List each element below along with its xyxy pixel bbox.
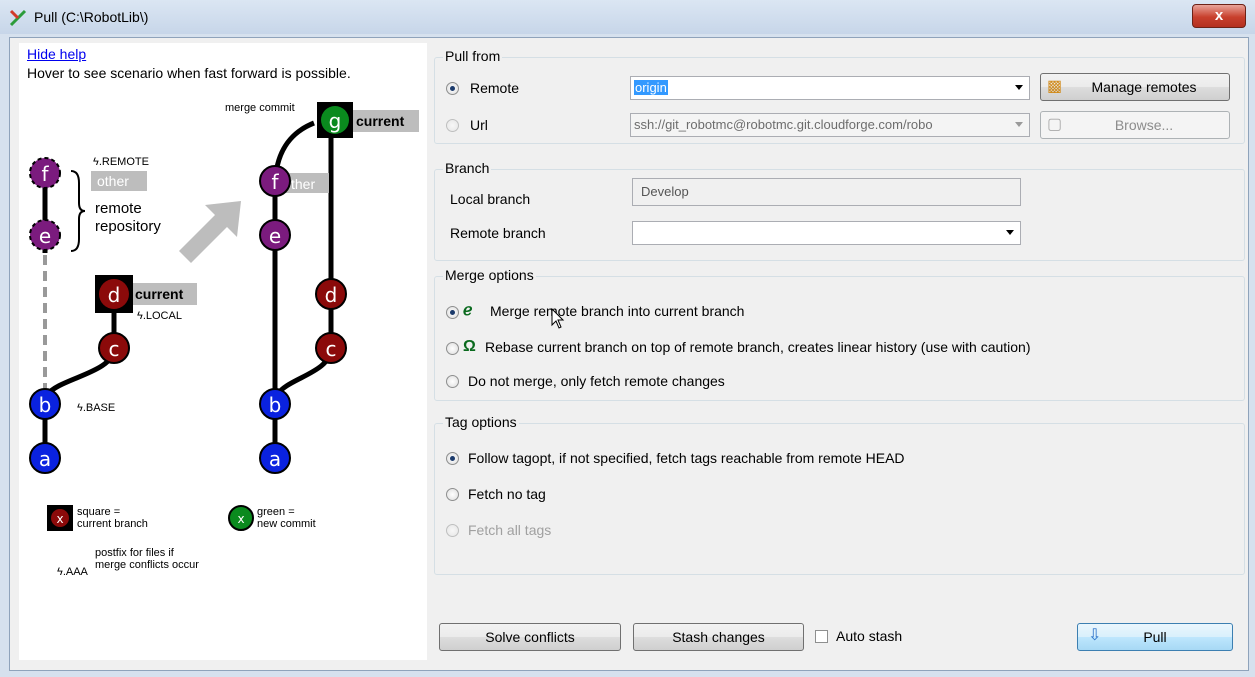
chevron-down-icon [1006,230,1014,235]
node-f-right-label: f [271,170,279,194]
other-label-right: ther [291,176,315,192]
remote-repository-label-2: repository [95,218,161,235]
node-d-left-label: d [108,283,121,307]
merge-options-group: Merge options ℯ Merge remote branch into… [434,267,1245,401]
legend-postfix-1: postfix for files if [95,547,175,559]
fetch-no-tag-label[interactable]: Fetch no tag [468,486,546,502]
help-panel: Hide help Hover to see scenario when fas… [19,43,427,660]
fetch-all-tags-radio[interactable] [446,524,459,537]
fetch-no-tag-radio[interactable] [446,488,459,501]
pull-label: Pull [1143,629,1167,645]
legend-aaa: ϟ.AAA [57,566,89,578]
merge-radio[interactable] [446,306,459,319]
base-postfix-label: ϟ.BASE [77,402,115,414]
legend-green-text-1: green = [257,506,295,518]
legend-postfix-2: merge conflicts occur [95,559,199,571]
close-button[interactable]: x [1192,4,1246,28]
node-b-right-label: b [269,393,282,417]
node-c-left-label: c [109,337,120,361]
remote-combo[interactable]: origin [630,76,1030,100]
merge-icon: ℯ [463,302,473,319]
pull-dialog-window: Pull (C:\RobotLib\) x Hide help Hover to… [0,0,1255,677]
remote-branch-combo[interactable] [632,221,1021,245]
url-radio[interactable] [446,119,459,132]
other-label: other [97,173,129,189]
node-f-left-label: f [41,162,49,186]
local-branch-field: Develop [632,178,1021,206]
manage-remotes-button[interactable]: ▩ Manage remotes [1040,73,1230,101]
merge-diagram: f e d c b a ϟ.REMOTE other remote reposi… [29,102,419,578]
url-label: Url [470,117,488,133]
manage-remotes-label: Manage remotes [1091,79,1197,95]
remote-combo-value: origin [634,80,668,95]
legend-square-text-2: current branch [77,518,148,530]
fetch-only-radio[interactable] [446,375,459,388]
node-c-right-label: c [326,337,337,361]
tag-options-title: Tag options [443,414,519,430]
rebase-label[interactable]: Rebase current branch on top of remote b… [485,339,1031,355]
pull-from-title: Pull from [443,48,503,64]
remote-label: Remote [470,80,520,96]
pull-arrow-icon: ⇩ [1088,627,1102,644]
auto-stash-checkbox[interactable] [815,630,828,643]
pull-from-group: Pull from Remote origin ▩ Manage remotes… [434,48,1245,144]
local-branch-value: Develop [641,184,689,199]
tag-options-group: Tag options Follow tagopt, if not specif… [434,414,1245,575]
current-label-right: current [356,113,405,129]
auto-stash-label[interactable]: Auto stash [836,628,902,644]
git-extensions-icon [9,9,27,27]
legend-green-text-2: new commit [257,518,316,530]
fetch-all-tags-label[interactable]: Fetch all tags [468,522,551,538]
remote-radio[interactable] [446,82,459,95]
browse-button[interactable]: ▢ Browse... [1040,111,1230,139]
pull-button[interactable]: ⇩ Pull [1077,623,1233,651]
node-d-right-label: d [325,283,338,307]
browse-label: Browse... [1114,117,1174,133]
rebase-icon: Ω [463,338,476,355]
current-label-left: current [135,286,184,302]
legend-green-x: x [237,512,244,526]
local-postfix-label: ϟ.LOCAL [137,310,182,322]
merge-options-title: Merge options [443,267,536,283]
branch-group: Branch Local branch Develop Remote branc… [434,160,1245,261]
chevron-down-icon [1015,122,1023,127]
mouse-cursor-icon [551,308,565,329]
window-title: Pull (C:\RobotLib\) [34,9,149,25]
remote-branch-label: Remote branch [450,225,546,241]
merge-commit-label: merge commit [225,102,295,114]
url-combo[interactable]: ssh://git_robotmc@robotmc.git.cloudforge… [630,113,1030,137]
local-branch-label: Local branch [450,191,531,207]
node-b-left-label: b [39,393,52,417]
brace-remote [70,170,86,252]
node-e-right-label: e [269,224,281,248]
arrow-icon [179,201,241,263]
url-combo-value: ssh://git_robotmc@robotmc.git.cloudforge… [634,117,933,132]
legend-square-text-1: square = [77,506,120,518]
dialog-client-area: Hide help Hover to see scenario when fas… [9,37,1249,671]
title-bar: Pull (C:\RobotLib\) x [0,0,1255,34]
remote-repository-label-1: remote [95,200,142,217]
node-a-right-label: a [269,447,281,471]
follow-tagopt-radio[interactable] [446,452,459,465]
remotes-icon: ▩ [1047,78,1063,95]
legend-square-x: x [56,512,63,526]
chevron-down-icon [1015,85,1023,90]
follow-tagopt-label[interactable]: Follow tagopt, if not specified, fetch t… [468,450,905,466]
fetch-only-label[interactable]: Do not merge, only fetch remote changes [468,373,725,389]
node-e-left-label: e [39,224,51,248]
remote-postfix-label: ϟ.REMOTE [93,156,149,168]
solve-conflicts-button[interactable]: Solve conflicts [439,623,621,651]
folder-icon: ▢ [1047,116,1063,133]
node-g-label: g [329,109,342,133]
merge-label[interactable]: Merge remote branch into current branch [490,303,744,319]
node-a-left-label: a [39,447,51,471]
rebase-radio[interactable] [446,342,459,355]
stash-changes-button[interactable]: Stash changes [633,623,804,651]
branch-title: Branch [443,160,492,176]
